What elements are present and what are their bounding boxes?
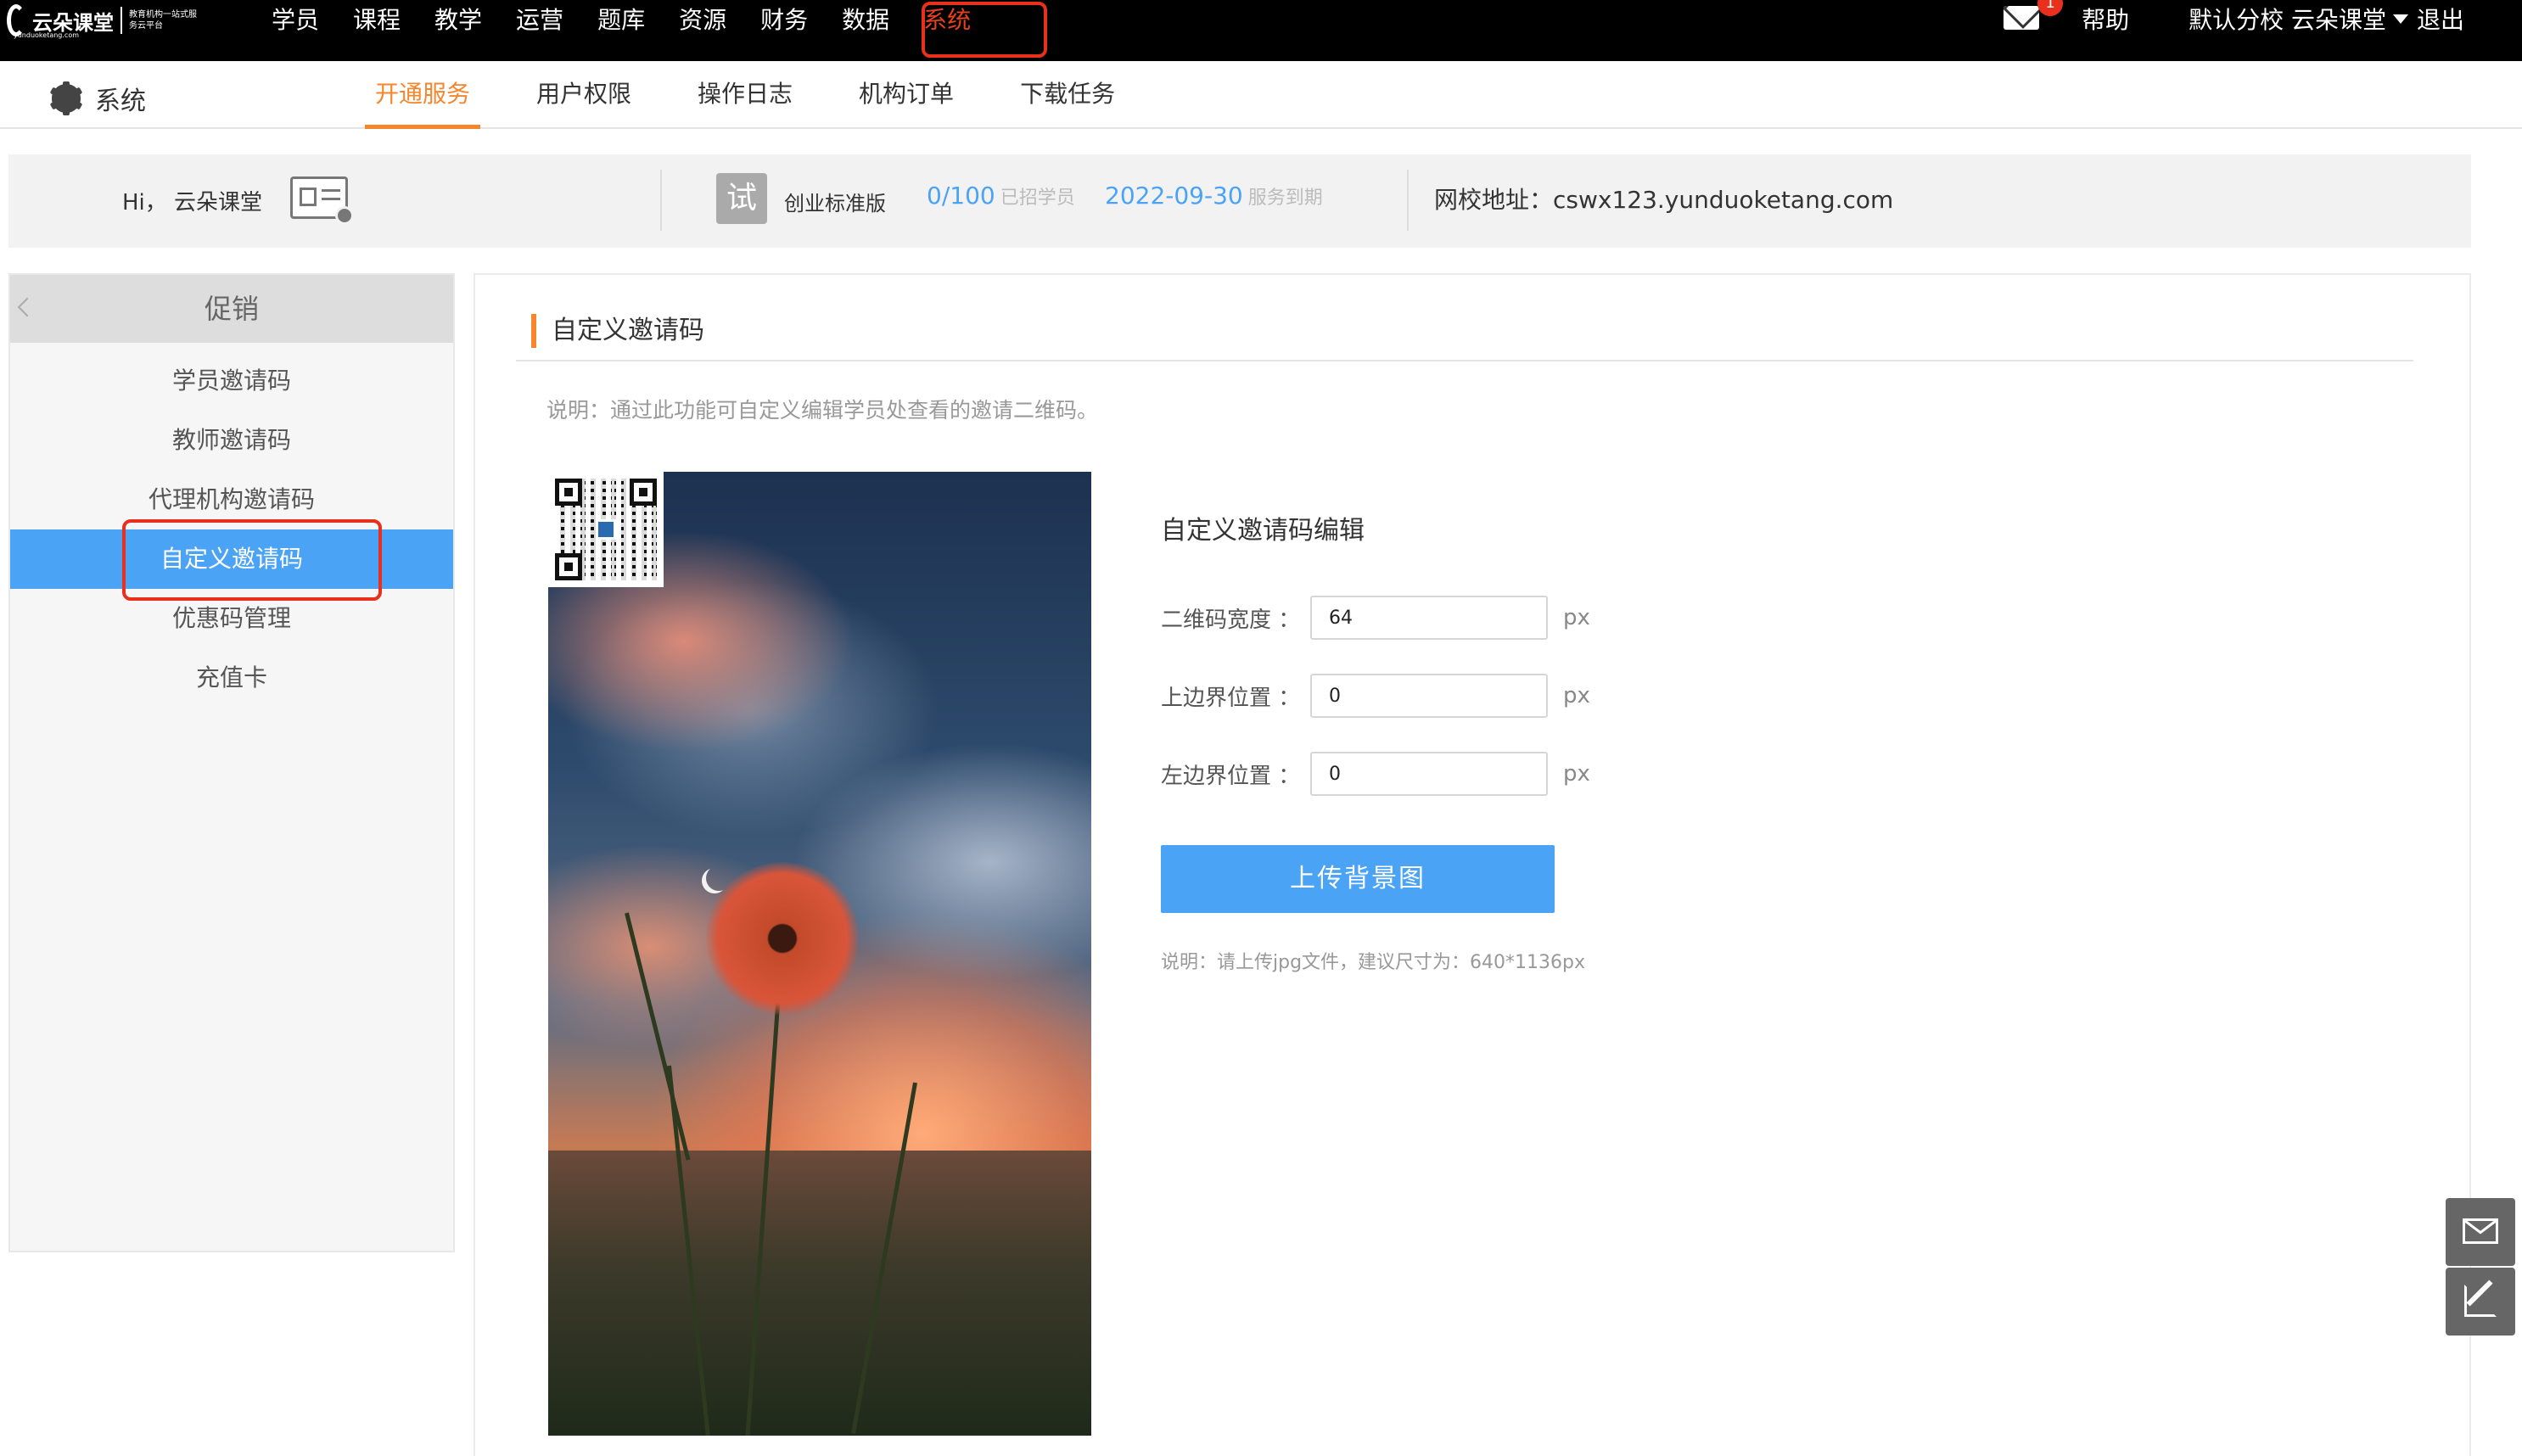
floating-message-button[interactable] (2446, 1198, 2515, 1266)
help-link[interactable]: 帮助 (2082, 2, 2129, 36)
floating-feedback-button[interactable] (2446, 1268, 2515, 1336)
top-offset-label: 上边界位置 ： (1161, 685, 1301, 711)
expiry-stat: 2022-09-30 服务到期 (1105, 182, 1323, 210)
top-offset-unit: px (1563, 683, 1590, 708)
account-info-bar: Hi， 云朵课堂 试 创业标准版 0/100 已招学员 2022-09-30 服务到… (8, 154, 2471, 248)
upload-note: 说明：请上传jpg文件，建议尺寸为：640*1136px (1161, 952, 1586, 973)
sidebar-item-student-invite[interactable]: 学员邀请码 (10, 351, 453, 411)
qr-width-input[interactable] (1310, 596, 1548, 640)
greeting-text: Hi， 云朵课堂 (122, 190, 263, 216)
id-card-icon[interactable] (290, 176, 354, 225)
chevron-down-icon[interactable] (2392, 14, 2408, 24)
chevron-left-icon[interactable] (17, 297, 37, 317)
section-title: 系统 (49, 80, 146, 117)
logo-domain: yunduoketang.com (14, 31, 80, 39)
sidebar-item-teacher-invite[interactable]: 教师邀请码 (10, 411, 453, 470)
highlight-box-system-nav (922, 2, 1047, 58)
tab-open-services[interactable]: 开通服务 (365, 61, 481, 129)
edit-icon (2464, 1285, 2497, 1317)
left-offset-unit: px (1563, 761, 1590, 787)
section-title-label: 系统 (95, 87, 146, 116)
top-right-actions: 1 帮助 默认分校 云朵课堂 退出 (2004, 0, 2522, 37)
school-url[interactable]: 网校地址：cswx123.yunduoketang.com (1434, 182, 1893, 216)
gear-icon (49, 81, 83, 115)
mail-icon (2004, 6, 2040, 30)
form-title: 自定义邀请码编辑 (1161, 516, 1365, 546)
nav-item-operations[interactable]: 运营 (516, 2, 563, 36)
students-stat: 0/100 已招学员 (927, 182, 1075, 210)
upload-background-button[interactable]: 上传背景图 (1161, 845, 1555, 913)
top-offset-row: 上边界位置 ： px (1161, 674, 1590, 718)
subnav-tabs: 开通服务 用户权限 操作日志 机构订单 下载任务 (365, 61, 1181, 129)
nav-item-teaching[interactable]: 教学 (434, 2, 482, 36)
nav-item-finance[interactable]: 财务 (760, 2, 808, 36)
page-description: 说明：通过此功能可自定义编辑学员处查看的邀请二维码。 (546, 398, 1099, 423)
unread-badge: 1 (2037, 0, 2064, 16)
invite-poster-preview (548, 472, 1091, 1436)
page-title: 自定义邀请码 (531, 314, 704, 348)
qr-width-unit: px (1563, 605, 1590, 630)
nav-item-resources[interactable]: 资源 (679, 2, 726, 36)
left-offset-label: 左边界位置 ： (1161, 763, 1301, 789)
main-nav: 学员 课程 教学 运营 题库 资源 财务 数据 系统 (272, 0, 1005, 37)
tab-operation-log[interactable]: 操作日志 (698, 61, 793, 129)
top-offset-input[interactable] (1310, 674, 1548, 718)
system-subnav: 系统 开通服务 用户权限 操作日志 机构订单 下载任务 (0, 61, 2522, 129)
nav-item-data[interactable]: 数据 (842, 2, 889, 36)
left-offset-input[interactable] (1310, 752, 1548, 796)
qr-width-label: 二维码宽度 ： (1161, 607, 1301, 633)
highlight-box-custom-invite (122, 519, 382, 601)
logo-slogan: 教育机构一站式服务云平台 (129, 10, 197, 31)
sidebar-heading: 促销 (10, 275, 453, 343)
mail-icon (2463, 1218, 2498, 1244)
left-offset-row: 左边界位置 ： px (1161, 752, 1590, 796)
logout-link[interactable]: 退出 (2417, 2, 2464, 36)
top-navbar: 云朵课堂 教育机构一站式服务云平台 yunduoketang.com 学员 课程… (0, 0, 2522, 61)
moon-image (706, 865, 731, 891)
tab-download-tasks[interactable]: 下载任务 (1020, 61, 1115, 129)
tab-user-permissions[interactable]: 用户权限 (536, 61, 631, 129)
nav-item-students[interactable]: 学员 (272, 2, 319, 36)
branch-selector[interactable]: 默认分校 云朵课堂 (2189, 2, 2386, 36)
messages-button[interactable]: 1 (2004, 0, 2064, 31)
qr-width-row: 二维码宽度 ： px (1161, 596, 1590, 640)
main-content: 自定义邀请码 说明：通过此功能可自定义编辑学员处查看的邀请二维码。 自定义邀请码… (474, 273, 2471, 1456)
nav-item-courses[interactable]: 课程 (353, 2, 401, 36)
sidebar-item-recharge-card[interactable]: 充值卡 (10, 648, 453, 708)
trial-badge: 试 (716, 173, 767, 224)
nav-item-question-bank[interactable]: 题库 (597, 2, 645, 36)
tab-org-orders[interactable]: 机构订单 (859, 61, 954, 129)
edition-label: 创业标准版 (784, 192, 886, 216)
promotion-sidebar: 促销 学员邀请码 教师邀请码 代理机构邀请码 自定义邀请码 优惠码管理 充值卡 (8, 273, 455, 1252)
qr-code (548, 472, 664, 587)
logo[interactable]: 云朵课堂 教育机构一站式服务云平台 yunduoketang.com (7, 2, 199, 39)
